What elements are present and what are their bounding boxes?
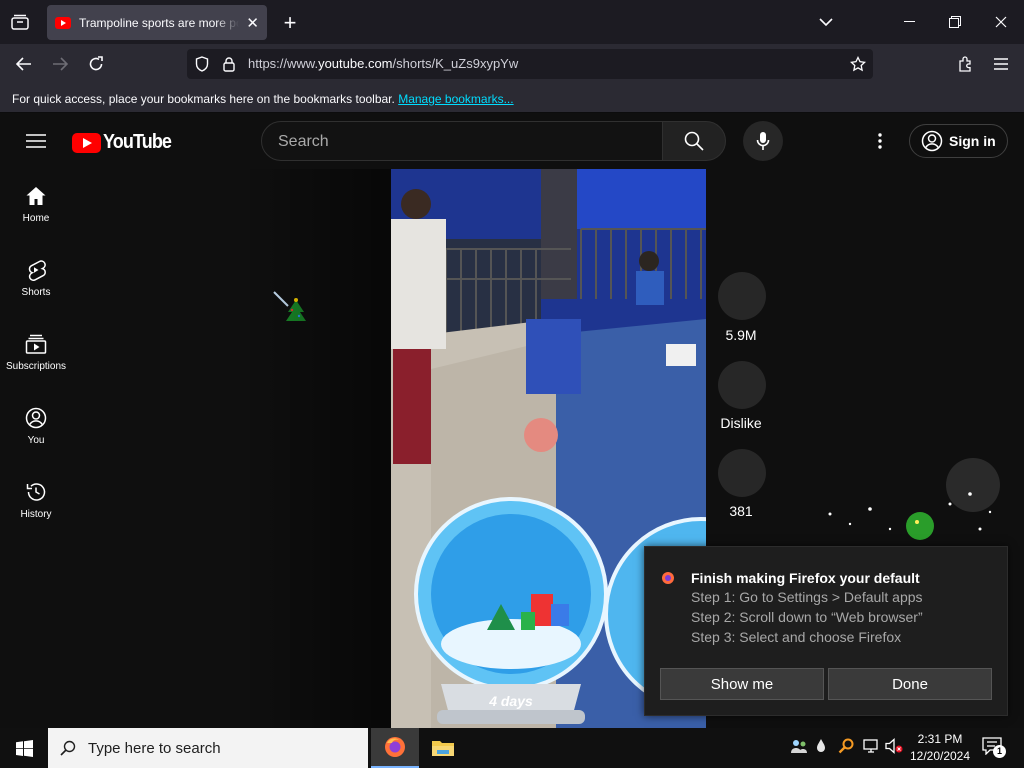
windows-taskbar: Type here to search 2:31 PM 12/20/2024 1: [0, 728, 1024, 768]
close-window-icon[interactable]: [991, 12, 1011, 32]
notification-step: Step 3: Select and choose Firefox: [691, 629, 902, 645]
sign-in-button[interactable]: Sign in: [909, 124, 1008, 158]
droplet-tray-icon[interactable]: [815, 738, 827, 757]
voice-search-button[interactable]: [743, 121, 783, 161]
sparkle-decoration-icon: [828, 492, 992, 540]
dislike-label: Dislike: [720, 415, 762, 431]
tab-title: Trampoline sports are more po: [79, 15, 239, 30]
default-browser-notification: Finish making Firefox your default Step …: [644, 546, 1008, 716]
shield-icon[interactable]: [194, 56, 210, 72]
youtube-play-icon: [72, 132, 101, 153]
search-tray-icon[interactable]: [838, 738, 854, 757]
lock-icon[interactable]: [221, 56, 237, 72]
bookmarks-hint: For quick access, place your bookmarks h…: [12, 92, 395, 106]
taskbar-file-explorer-app[interactable]: [419, 728, 467, 768]
microphone-icon: [756, 132, 770, 150]
comments-count: 381: [729, 503, 753, 519]
search-input[interactable]: [278, 131, 648, 153]
tab-overview-icon[interactable]: [8, 12, 32, 32]
done-button[interactable]: Done: [828, 668, 992, 700]
sidebar-item-shorts[interactable]: Shorts: [0, 243, 72, 317]
navigation-toolbar: https://www.youtube.com/shorts/K_uZs9xyp…: [0, 44, 1024, 84]
start-button[interactable]: [0, 728, 48, 768]
back-icon[interactable]: [14, 54, 34, 74]
sign-in-label: Sign in: [949, 133, 996, 149]
screen: Trampoline sports are more po ✕ + https:…: [0, 0, 1024, 768]
manage-bookmarks-link[interactable]: Manage bookmarks...: [398, 92, 513, 106]
bookmarks-toolbar: For quick access, place your bookmarks h…: [0, 84, 1024, 113]
clock-date: 12/20/2024: [909, 749, 971, 763]
you-icon: [25, 407, 47, 429]
subscriptions-icon: [25, 334, 47, 354]
notification-step: Step 2: Scroll down to “Web browser”: [691, 609, 923, 625]
shorts-icon: [28, 260, 46, 281]
globe-days-text: 4 days: [488, 693, 533, 709]
sidebar-item-label: Shorts: [21, 287, 51, 298]
sidebar-item-history[interactable]: History: [0, 465, 72, 539]
menu-hamburger-icon[interactable]: [991, 54, 1011, 74]
sidebar-item-home[interactable]: Home: [0, 169, 72, 243]
notification-title: Finish making Firefox your default: [691, 570, 920, 586]
browser-tab[interactable]: Trampoline sports are more po ✕: [47, 5, 267, 40]
reload-icon[interactable]: [86, 54, 106, 74]
extensions-icon[interactable]: [955, 54, 975, 74]
volume-muted-tray-icon[interactable]: [885, 738, 903, 757]
dislike-button[interactable]: [718, 361, 766, 409]
guide-menu-icon[interactable]: [26, 131, 46, 151]
firefox-app-icon: [385, 737, 405, 757]
url-path: /shorts/K_uZs9xypYw: [392, 56, 519, 71]
sidebar-item-label: Home: [22, 213, 50, 224]
taskbar-search-box[interactable]: Type here to search: [48, 728, 368, 768]
search-button[interactable]: [662, 121, 726, 161]
address-bar[interactable]: https://www.youtube.com/shorts/K_uZs9xyp…: [187, 49, 873, 79]
like-count: 5.9M: [725, 327, 757, 343]
notification-step: Step 1: Go to Settings > Default apps: [691, 589, 923, 605]
taskbar-search-icon: [60, 740, 76, 756]
list-tabs-chevron-icon[interactable]: [816, 12, 836, 32]
sidebar-item-label: Subscriptions: [5, 361, 67, 372]
taskbar-firefox-app[interactable]: [371, 728, 419, 768]
like-button[interactable]: [718, 272, 766, 320]
windows-logo-icon: [15, 739, 33, 757]
new-tab-icon[interactable]: +: [279, 10, 301, 35]
taskbar-search-placeholder: Type here to search: [88, 739, 221, 757]
restore-icon[interactable]: [945, 12, 965, 32]
sidebar-item-subscriptions[interactable]: Subscriptions: [0, 317, 72, 391]
system-clock[interactable]: 2:31 PM 12/20/2024: [906, 731, 974, 765]
firefox-icon: [662, 572, 674, 584]
more-options-icon[interactable]: [870, 131, 890, 151]
minimize-icon[interactable]: [899, 12, 919, 32]
clock-time: 2:31 PM: [917, 732, 963, 746]
video-shadow: [240, 169, 391, 728]
search-icon: [684, 131, 704, 151]
show-me-button[interactable]: Show me: [660, 668, 824, 700]
search-box: [261, 121, 663, 161]
tab-bar: Trampoline sports are more po ✕ +: [0, 0, 1024, 44]
people-tray-icon[interactable]: [790, 738, 808, 757]
youtube-logo[interactable]: YouTube: [72, 131, 179, 154]
url-host: youtube.com: [318, 56, 393, 71]
tab-close-icon[interactable]: ✕: [246, 14, 259, 32]
forward-icon[interactable]: [50, 54, 70, 74]
url-text: https://www.youtube.com/shorts/K_uZs9xyp…: [248, 56, 518, 71]
account-circle-icon: [921, 130, 943, 152]
sidebar-item-label: You: [27, 435, 45, 446]
file-explorer-icon: [432, 741, 454, 756]
sidebar-item-you[interactable]: You: [0, 391, 72, 465]
network-tray-icon[interactable]: [862, 738, 880, 757]
bookmark-star-icon[interactable]: [849, 55, 867, 73]
youtube-wordmark: YouTube: [103, 131, 172, 153]
youtube-favicon-icon: [55, 16, 71, 29]
history-icon: [26, 483, 46, 501]
comments-button[interactable]: [718, 449, 766, 497]
notification-count-badge: 1: [993, 745, 1006, 758]
action-center-button[interactable]: 1: [982, 737, 1006, 759]
sidebar-item-label: History: [20, 509, 52, 520]
home-icon: [26, 187, 46, 205]
url-prefix: https://www.: [248, 56, 319, 71]
youtube-header: YouTube Sign in: [0, 113, 1024, 169]
